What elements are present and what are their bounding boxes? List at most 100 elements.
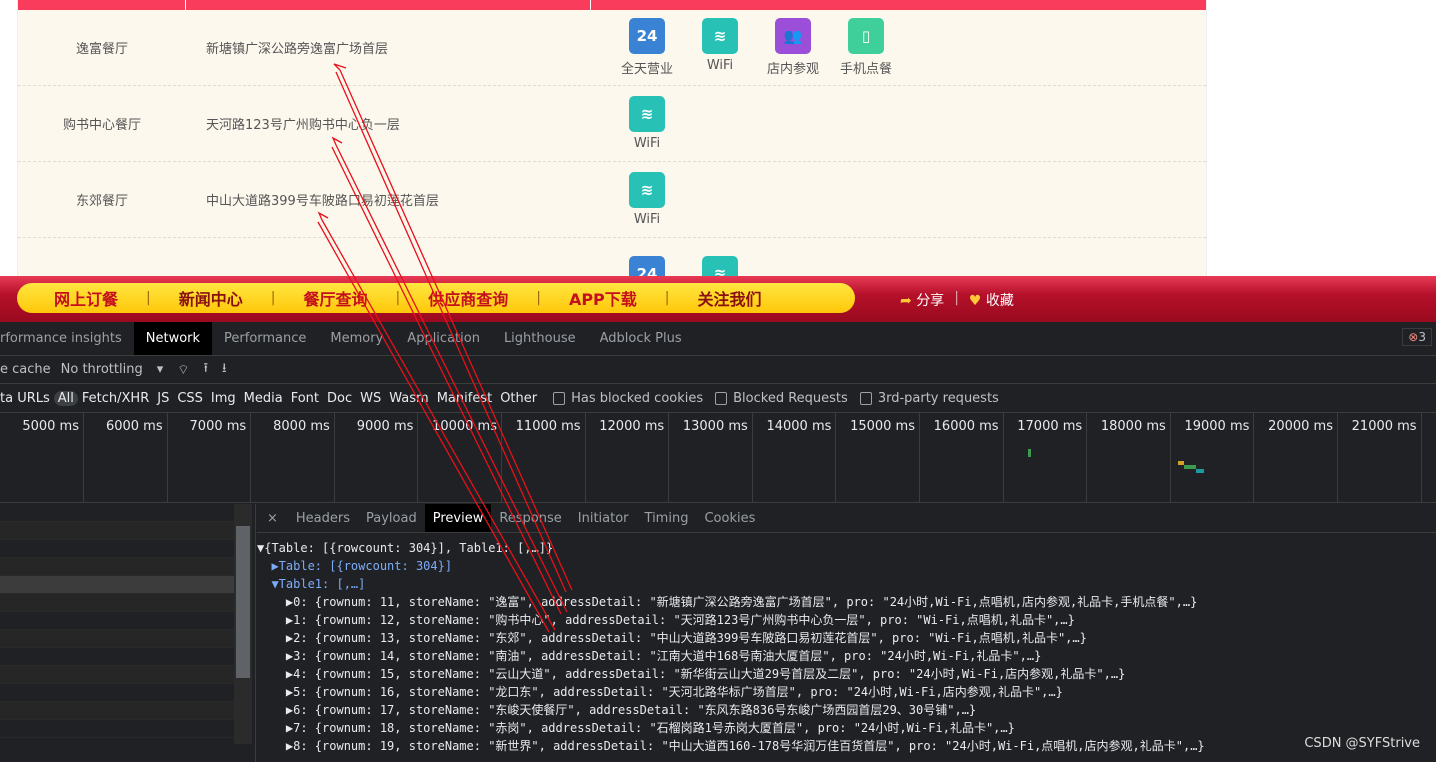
checkbox[interactable] [859, 391, 872, 405]
nav-news[interactable]: 新闻中心 [177, 286, 245, 310]
filter-type[interactable]: WS [356, 391, 385, 406]
store-features: ≋ WiFi [591, 96, 1206, 151]
json-line[interactable]: ▶2: {rownum: 13, storeName: "东郊", addres… [257, 629, 1436, 647]
close-icon[interactable]: × [257, 511, 288, 526]
filter-type[interactable]: CSS [173, 391, 207, 406]
devtools-tab[interactable]: Lighthouse [492, 322, 588, 355]
filter-type[interactable]: ta URLs [0, 391, 54, 406]
json-line[interactable]: ▶3: {rownum: 14, storeName: "南油", addres… [257, 647, 1436, 665]
heart-icon: ♥ [968, 293, 982, 309]
timeline-tick: 9000 ms [334, 413, 419, 503]
error-counter[interactable]: ⊗3 [1402, 328, 1432, 346]
request-row[interactable] [0, 558, 234, 576]
request-row[interactable] [0, 666, 234, 684]
devtools-tab[interactable]: Performance [212, 322, 318, 355]
checkbox-label[interactable]: Has blocked cookies [571, 391, 703, 406]
wifi-icon: ≋ [702, 255, 738, 276]
export-har-icon[interactable]: ⭳ [222, 359, 227, 381]
store-name: 购书中心餐厅 [62, 118, 141, 133]
json-line[interactable]: ▶6: {rownum: 17, storeName: "东峻天使餐厅", ad… [257, 701, 1436, 719]
request-row[interactable] [0, 702, 234, 720]
filter-type[interactable]: Manifest [433, 391, 496, 406]
filter-type[interactable]: Img [207, 391, 240, 406]
json-line[interactable]: ▶5: {rownum: 16, storeName: "龙口东", addre… [257, 683, 1436, 701]
nav-follow-us[interactable]: 关注我们 [696, 286, 764, 310]
json-line[interactable]: ▶7: {rownum: 18, storeName: "赤岗", addres… [257, 719, 1436, 737]
json-line[interactable]: ▶8: {rownum: 19, storeName: "新世界", addre… [257, 737, 1436, 755]
detail-tab[interactable]: Timing [637, 504, 697, 532]
request-details: × Headers Payload Preview Response Initiator T… [257, 504, 1436, 762]
import-har-icon[interactable]: ⭱ [203, 359, 208, 381]
timeline-tick: 5000 ms [0, 413, 84, 503]
request-row[interactable] [0, 630, 234, 648]
devtools-tab-bar: rformance insights Network Performance Memo… [0, 322, 1436, 356]
feature-item: ≋ WiFi [617, 96, 677, 151]
throttling-select[interactable]: No throttling [61, 362, 143, 377]
detail-tab[interactable]: Cookies [696, 504, 763, 532]
devtools-tab[interactable]: Memory [318, 322, 395, 355]
nav-restaurant-search[interactable]: 餐厅查询 [301, 286, 369, 310]
feature-label: WiFi [633, 212, 661, 227]
timeline-tick: 21000 ms [1338, 413, 1422, 503]
table-row: 东郊餐厅 中山大道路399号车陂路口易初莲花首层 ≋ WiFi [18, 162, 1206, 238]
devtools-tab[interactable]: Adblock Plus [588, 322, 694, 355]
request-row[interactable] [0, 648, 234, 666]
checkbox-label[interactable]: Blocked Requests [733, 391, 848, 406]
json-line[interactable]: ▼{Table: [{rowcount: 304}], Table1: [,…]… [257, 539, 1436, 557]
checkbox-label[interactable]: 3rd-party requests [878, 391, 999, 406]
filter-type[interactable]: JS [153, 391, 173, 406]
24h-icon: 24 [629, 18, 665, 54]
detail-tab[interactable]: Preview [424, 504, 492, 532]
request-row[interactable] [0, 612, 234, 630]
json-line[interactable]: ▶1: {rownum: 12, storeName: "购书中心", addr… [257, 611, 1436, 629]
request-row[interactable] [0, 594, 234, 612]
watermark: CSDN @SYFStrive [1304, 736, 1420, 751]
filter-type[interactable]: Wasm [385, 391, 432, 406]
network-conditions-icon[interactable]: ⌔ [177, 362, 189, 378]
devtools-tab[interactable]: Network [133, 322, 213, 355]
favorite-link[interactable]: ♥ 收藏 [969, 290, 1014, 310]
filter-type[interactable]: Media [240, 391, 287, 406]
filter-type[interactable]: All [53, 390, 78, 406]
filter-type[interactable]: Fetch/XHR [78, 391, 153, 406]
request-row[interactable] [0, 576, 234, 594]
network-overview-timeline[interactable]: 5000 ms 6000 ms 7000 ms 8000 ms 9000 ms 10000… [0, 413, 1436, 503]
filter-bar: ta URLs All Fetch/XHR JS CSS Img Media Font Doc W… [0, 384, 1436, 413]
devtools-tab[interactable]: rformance insights [0, 322, 134, 355]
feature-item: ≋ WiFi [690, 18, 750, 77]
request-row[interactable] [0, 684, 234, 702]
nav-online-order[interactable]: 网上订餐 [52, 286, 120, 310]
request-row[interactable] [0, 504, 234, 522]
request-row[interactable] [0, 522, 234, 540]
json-line[interactable]: ▶4: {rownum: 15, storeName: "云山大道", addr… [257, 665, 1436, 683]
detail-tab[interactable]: Response [491, 504, 569, 532]
request-row[interactable] [0, 720, 234, 738]
json-line[interactable]: ▶Table: [{rowcount: 304}] [257, 557, 1436, 575]
json-line[interactable]: ▼Table1: [,…] [257, 575, 1436, 593]
nav-app-download[interactable]: APP下载 [567, 286, 639, 310]
checkbox[interactable] [715, 391, 728, 405]
timeline-tick: 12000 ms [585, 413, 670, 503]
feature-label: 店内参观 [766, 62, 819, 77]
timeline-tick: 8000 ms [251, 413, 335, 503]
detail-tab[interactable]: Headers [288, 504, 358, 532]
store-name: 逸富餐厅 [75, 42, 128, 57]
filter-type[interactable]: Font [287, 391, 323, 406]
detail-tab[interactable]: Initiator [570, 504, 637, 532]
scrollbar-thumb[interactable] [236, 526, 250, 678]
timeline-tick: 18000 ms [1087, 413, 1171, 503]
request-row[interactable] [0, 540, 234, 558]
wifi-icon: ≋ [702, 18, 738, 54]
request-list[interactable] [0, 504, 256, 762]
table-header [18, 0, 1206, 10]
nav-supplier-search[interactable]: 供应商查询 [426, 286, 510, 310]
filter-type[interactable]: Doc [323, 391, 356, 406]
json-line[interactable]: ▶0: {rownum: 11, storeName: "逸富", addres… [257, 593, 1436, 611]
chevron-down-icon[interactable]: ▾ [157, 362, 164, 377]
detail-tab[interactable]: Payload [358, 504, 425, 532]
checkbox[interactable] [553, 391, 566, 405]
devtools-tab[interactable]: Application [395, 322, 492, 355]
filter-type[interactable]: Other [496, 391, 541, 406]
disable-cache-label[interactable]: e cache [0, 362, 51, 377]
share-link[interactable]: ➦ 分享 [900, 290, 944, 310]
